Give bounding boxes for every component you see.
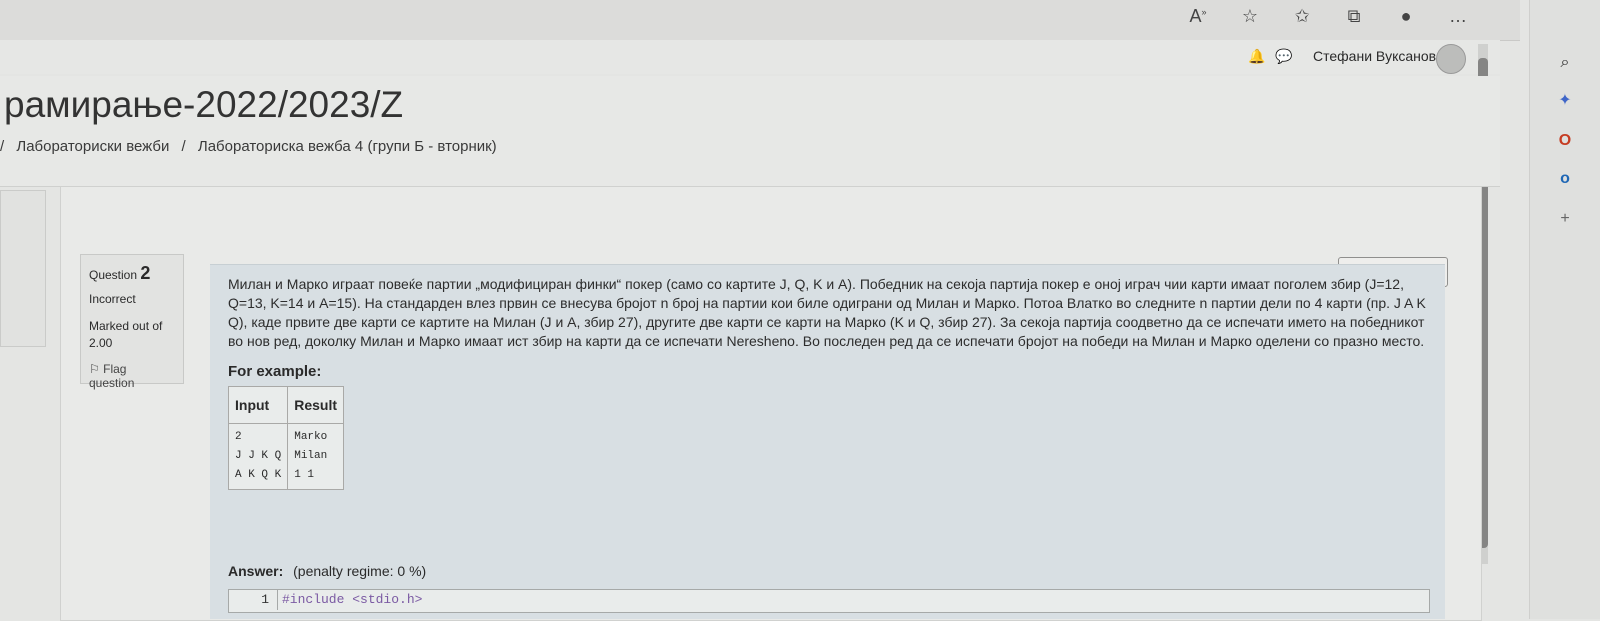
user-name[interactable]: Стефани Вуксанова bbox=[1313, 48, 1444, 64]
user-navbar: 🔔 💬 Стефани Вуксанова ▼ bbox=[0, 40, 1500, 74]
search-icon[interactable]: ⌕ bbox=[1552, 50, 1578, 76]
page-title: рамирање-2022/2023/Z bbox=[4, 84, 404, 125]
collections-icon[interactable]: ⧉ bbox=[1342, 6, 1366, 27]
copilot-icon[interactable]: ✦ bbox=[1552, 88, 1578, 114]
penalty-regime: (penalty regime: 0 %) bbox=[293, 563, 427, 579]
example-table: Input Result 2 J J K Q A K Q K Marko Mil… bbox=[227, 386, 345, 490]
left-drawer bbox=[0, 190, 46, 347]
question-marks: Marked out of 2.00 bbox=[89, 319, 163, 350]
example-input-cell: 2 J J K Q A K Q K bbox=[227, 423, 289, 490]
code-editor[interactable]: 1 #include <stdio.h> bbox=[228, 589, 1430, 613]
favorite-add-icon[interactable]: ☆ bbox=[1238, 6, 1262, 27]
breadcrumb-item-lab4[interactable]: Лабораториска вежба 4 (групи Б - вторник… bbox=[198, 138, 497, 155]
outlook-icon[interactable]: o bbox=[1552, 166, 1578, 192]
favorites-icon[interactable]: ✩ bbox=[1290, 6, 1314, 27]
page-header: рамирање-2022/2023/Z / Лабораториски веж… bbox=[0, 76, 1500, 187]
chat-icon[interactable]: 💬 bbox=[1275, 48, 1292, 64]
question-text: Милан и Марко играат повеќе партии „моди… bbox=[228, 276, 1426, 349]
code-line-number: 1 bbox=[229, 590, 278, 610]
bell-icon[interactable]: 🔔 bbox=[1248, 48, 1265, 64]
question-text-panel: Милан и Марко играат повеќе партии „моди… bbox=[210, 264, 1445, 619]
office-icon[interactable]: O bbox=[1552, 128, 1578, 154]
browser-sidebar: ⌕ ✦ O o + bbox=[1529, 0, 1600, 619]
question-number: Question 2 bbox=[89, 263, 151, 283]
example-result-cell: Marko Milan 1 1 bbox=[287, 423, 345, 490]
answer-label: Answer: bbox=[228, 563, 284, 579]
add-icon[interactable]: + bbox=[1552, 206, 1578, 232]
flag-question-link[interactable]: ⚐ Flag question bbox=[89, 362, 175, 390]
profile-icon[interactable]: ● bbox=[1394, 6, 1418, 27]
example-header-input: Input bbox=[227, 386, 289, 424]
breadcrumb: / Лабораториски вежби / Лабораториска ве… bbox=[0, 138, 497, 155]
example-header-result: Result bbox=[287, 386, 345, 424]
flag-icon: ⚐ bbox=[89, 362, 100, 376]
breadcrumb-item-labs[interactable]: Лабораториски вежби bbox=[16, 138, 169, 155]
avatar[interactable] bbox=[1436, 44, 1466, 74]
question-info: Question 2 Incorrect Marked out of 2.00 … bbox=[80, 254, 184, 390]
code-line-text[interactable]: #include <stdio.h> bbox=[278, 592, 422, 607]
answer-header: Answer: (penalty regime: 0 %) bbox=[228, 563, 426, 579]
read-aloud-icon[interactable]: A» bbox=[1186, 6, 1210, 27]
browser-icons: A» ☆ ✩ ⧉ ● … bbox=[1186, 6, 1470, 27]
example-label: For example: bbox=[228, 363, 322, 380]
question-status: Incorrect bbox=[89, 292, 136, 306]
nav-icons: 🔔 💬 bbox=[1248, 48, 1293, 65]
browser-toolbar: A» ☆ ✩ ⧉ ● … bbox=[0, 0, 1520, 41]
more-icon[interactable]: … bbox=[1446, 6, 1470, 27]
